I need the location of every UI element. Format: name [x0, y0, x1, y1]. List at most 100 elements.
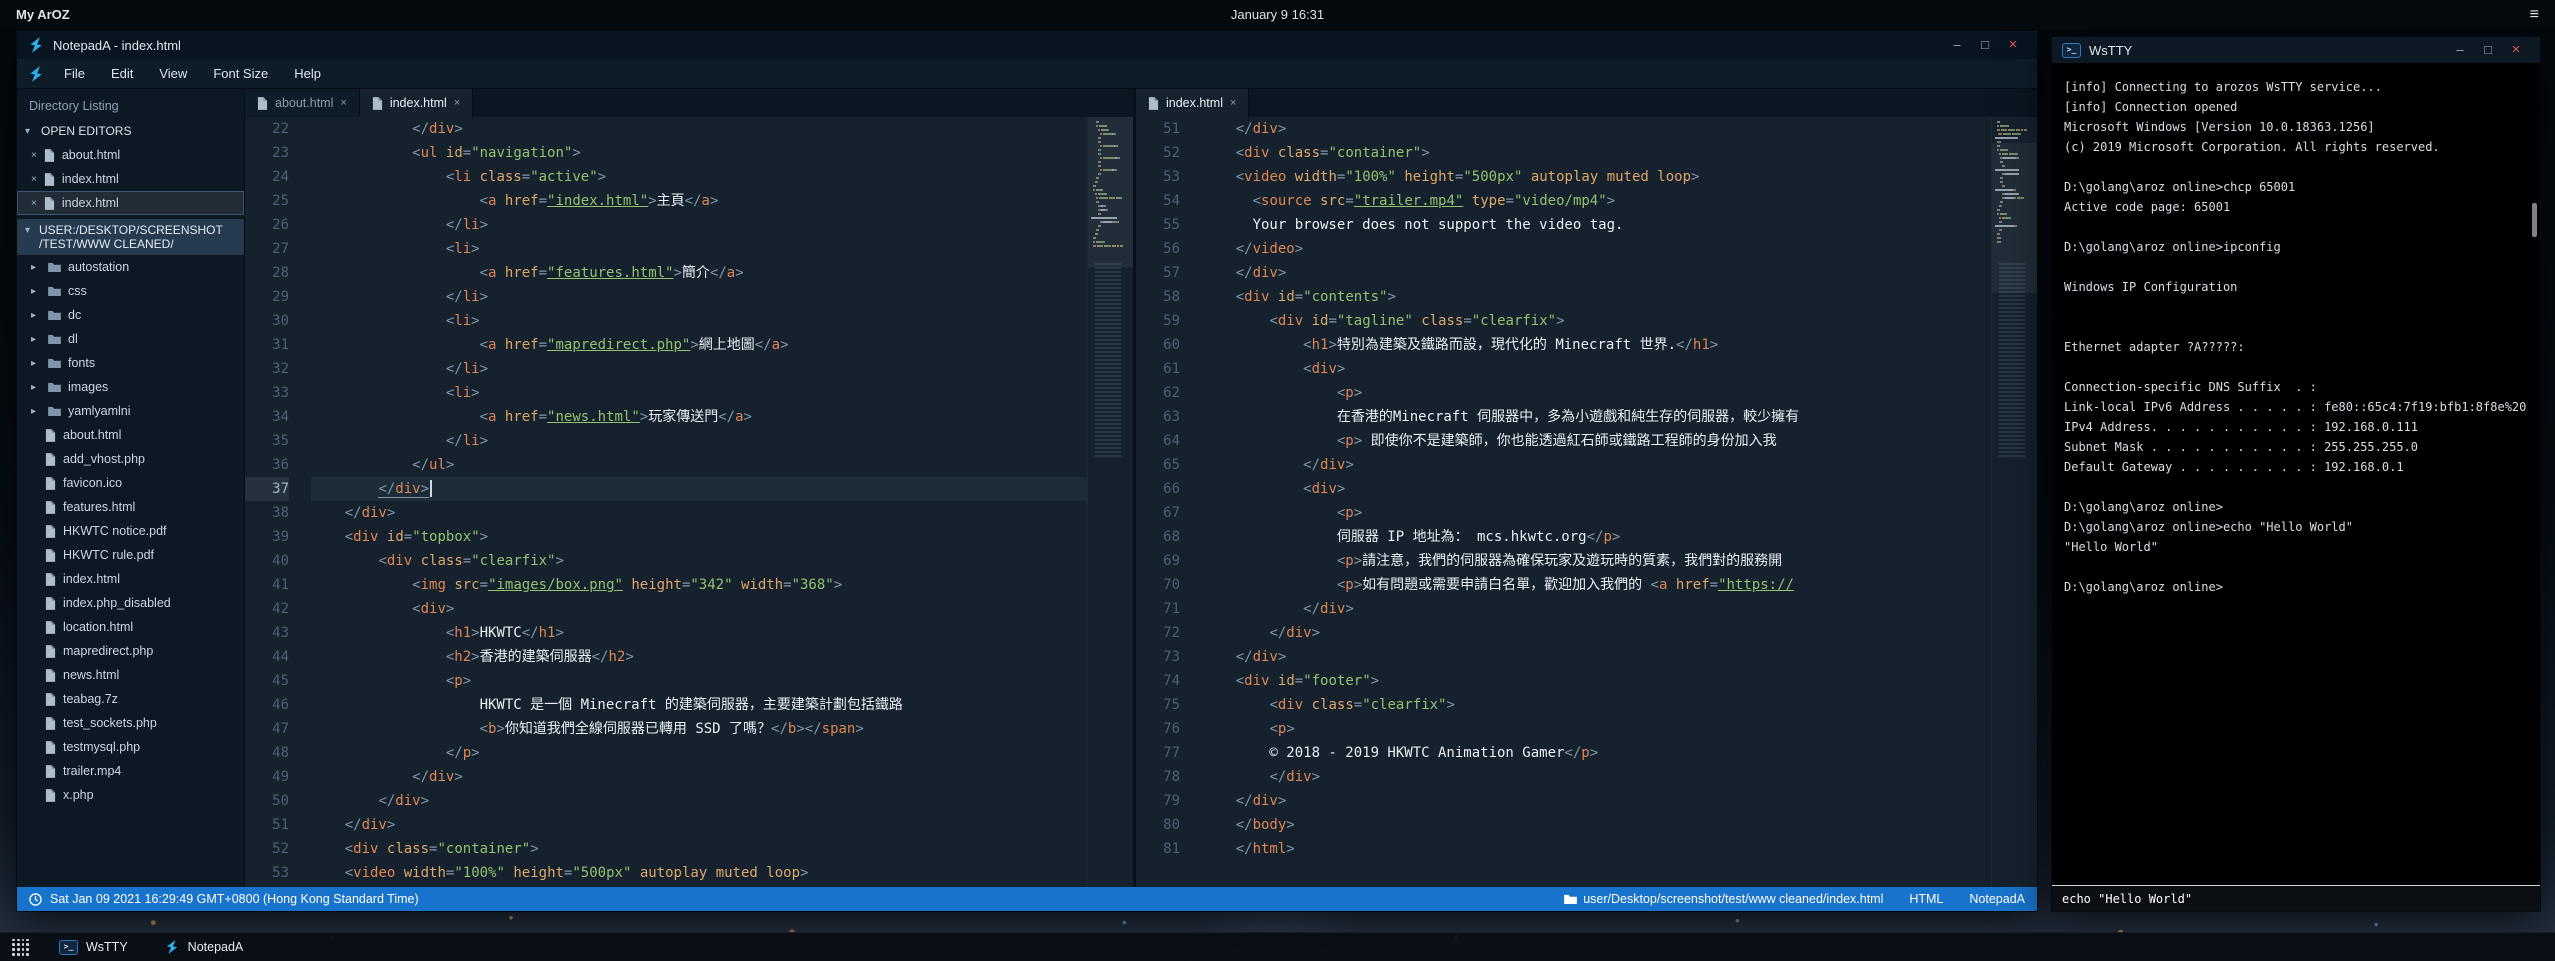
tree-file[interactable]: about.html	[17, 423, 244, 447]
notepad-titlebar[interactable]: NotepadA - index.html – □ ×	[17, 31, 2037, 59]
close-button[interactable]: ×	[1999, 31, 2027, 59]
code-line[interactable]: </div>	[1202, 453, 1991, 477]
code-line[interactable]: </div>	[1202, 765, 1991, 789]
code-line[interactable]: </div>	[311, 477, 1087, 501]
tree-file[interactable]: index.html	[17, 567, 244, 591]
tree-file[interactable]: x.php	[17, 783, 244, 807]
wstty-titlebar[interactable]: >_ WsTTY – □ ×	[2052, 37, 2540, 63]
code-line[interactable]: </li>	[311, 357, 1087, 381]
code-line[interactable]: </div>	[1202, 621, 1991, 645]
tree-file[interactable]: HKWTC rule.pdf	[17, 543, 244, 567]
minimize-button[interactable]: –	[1943, 31, 1971, 59]
code-line[interactable]: <div class="container">	[1202, 141, 1991, 165]
code-line[interactable]: </div>	[311, 501, 1087, 525]
workspace-header[interactable]: ▾ USER:/DESKTOP/SCREENSHOT /TEST/WWW CLE…	[17, 219, 244, 255]
code-line[interactable]: </ul>	[311, 453, 1087, 477]
code-line[interactable]: <div class="clearfix">	[1202, 693, 1991, 717]
terminal-input[interactable]	[2062, 892, 2530, 906]
open-editor-item[interactable]: ×index.html	[17, 167, 244, 191]
code-line[interactable]: <p>	[311, 669, 1087, 693]
statusbar-language-mode[interactable]: HTML	[1909, 892, 1943, 906]
tree-file[interactable]: testmysql.php	[17, 735, 244, 759]
tree-file[interactable]: news.html	[17, 663, 244, 687]
tree-file[interactable]: HKWTC notice.pdf	[17, 519, 244, 543]
code-line[interactable]: <div id="contents">	[1202, 285, 1991, 309]
menu-edit[interactable]: Edit	[98, 60, 146, 87]
code-line[interactable]: </video>	[1202, 237, 1991, 261]
code-line[interactable]: © 2018 - 2019 HKWTC Animation Gamer</p>	[1202, 741, 1991, 765]
code-line[interactable]: <a href="mapredirect.php">網上地圖</a>	[311, 333, 1087, 357]
open-editor-item[interactable]: ×about.html	[17, 143, 244, 167]
code-line[interactable]: <div id="footer">	[1202, 669, 1991, 693]
terminal-scrollbar[interactable]	[2532, 203, 2537, 237]
code-line[interactable]: <li class="active">	[311, 165, 1087, 189]
editor-tab[interactable]: index.html×	[360, 89, 473, 117]
tree-folder[interactable]: ▸css	[17, 279, 244, 303]
code-line[interactable]: </div>	[311, 789, 1087, 813]
code-line[interactable]: <div id="topbox">	[311, 525, 1087, 549]
minimap[interactable]	[1991, 117, 2037, 887]
code-line[interactable]: </html>	[1202, 837, 1991, 861]
code-line[interactable]: </li>	[311, 429, 1087, 453]
close-button[interactable]: ×	[2502, 36, 2530, 64]
taskbar-item-wstty[interactable]: >_WsTTY	[49, 936, 138, 958]
code-line[interactable]: <ul id="navigation">	[311, 141, 1087, 165]
code-line[interactable]: <p> 即使你不是建築師，你也能透過紅石師或鐵路工程師的身份加入我	[1202, 429, 1991, 453]
code-line[interactable]: </body>	[1202, 813, 1991, 837]
tree-folder[interactable]: ▸autostation	[17, 255, 244, 279]
code-line[interactable]: 在香港的Minecraft 伺服器中，多為小遊戲和純生存的伺服器，較少擁有	[1202, 405, 1991, 429]
open-editor-item[interactable]: ×index.html	[17, 191, 244, 215]
app-launcher-icon[interactable]	[12, 939, 29, 956]
code-line[interactable]: HKWTC 是一個 Minecraft 的建築伺服器，主要建築計劃包括鐵路	[311, 693, 1087, 717]
code-line[interactable]: </div>	[1202, 597, 1991, 621]
code-line[interactable]: <b>你知道我們全線伺服器已轉用 SSD 了嗎？</b></span>	[311, 717, 1087, 741]
close-editor-icon[interactable]: ×	[31, 150, 37, 161]
code-line[interactable]: <div id="tagline" class="clearfix">	[1202, 309, 1991, 333]
tree-file[interactable]: teabag.7z	[17, 687, 244, 711]
close-editor-icon[interactable]: ×	[31, 174, 37, 185]
code-line[interactable]: <source src="trailer.mp4" type="video/mp…	[1202, 189, 1991, 213]
tree-file[interactable]: test_sockets.php	[17, 711, 244, 735]
system-brand[interactable]: My ArOZ	[16, 7, 70, 22]
editor-tab[interactable]: about.html×	[245, 89, 360, 117]
code-line[interactable]: </div>	[1202, 645, 1991, 669]
maximize-button[interactable]: □	[1971, 31, 1999, 59]
code-line[interactable]: <h1>特別為建築及鐵路而設，現代化的 Minecraft 世界.</h1>	[1202, 333, 1991, 357]
code-line[interactable]: <div>	[1202, 357, 1991, 381]
tree-folder[interactable]: ▸fonts	[17, 351, 244, 375]
menu-file[interactable]: File	[51, 60, 98, 87]
taskbar-item-notepada[interactable]: NotepadA	[154, 936, 254, 958]
tree-file[interactable]: add_vhost.php	[17, 447, 244, 471]
tree-file[interactable]: mapredirect.php	[17, 639, 244, 663]
code-line[interactable]: 伺服器 IP 地址為： mcs.hkwtc.org</p>	[1202, 525, 1991, 549]
code-line[interactable]: <li>	[311, 237, 1087, 261]
menu-view[interactable]: View	[146, 60, 200, 87]
code-line[interactable]: <a href="news.html">玩家傳送門</a>	[311, 405, 1087, 429]
code-area[interactable]: </div> <ul id="navigation"> <li class="a…	[303, 117, 1087, 887]
tree-file[interactable]: trailer.mp4	[17, 759, 244, 783]
code-line[interactable]: <li>	[311, 309, 1087, 333]
menu-font-size[interactable]: Font Size	[200, 60, 281, 87]
code-line[interactable]: </div>	[311, 117, 1087, 141]
code-line[interactable]: <a href="index.html">主頁</a>	[311, 189, 1087, 213]
code-line[interactable]: </div>	[311, 765, 1087, 789]
code-line[interactable]: </div>	[1202, 789, 1991, 813]
code-line[interactable]: <video width="100%" height="500px" autop…	[311, 861, 1087, 885]
code-line[interactable]: Your browser does not support the video …	[1202, 213, 1991, 237]
code-line[interactable]: <div>	[1202, 477, 1991, 501]
open-editors-header[interactable]: ▾ OPEN EDITORS	[17, 119, 244, 143]
terminal-output[interactable]: [info] Connecting to arozos WsTTY servic…	[2052, 63, 2540, 885]
code-line[interactable]: </li>	[311, 213, 1087, 237]
tree-file[interactable]: favicon.ico	[17, 471, 244, 495]
close-tab-icon[interactable]: ×	[340, 97, 346, 109]
minimap[interactable]	[1087, 117, 1133, 887]
code-line[interactable]: </div>	[1202, 261, 1991, 285]
code-line[interactable]: <img src="images/box.png" height="342" w…	[311, 573, 1087, 597]
code-area[interactable]: </div> <div class="container"> <video wi…	[1194, 117, 1991, 887]
code-line[interactable]: <div class="container">	[311, 837, 1087, 861]
code-line[interactable]: <h1>HKWTC</h1>	[311, 621, 1087, 645]
minimize-button[interactable]: –	[2446, 36, 2474, 64]
editor-tab[interactable]: index.html×	[1136, 89, 1249, 117]
tree-folder[interactable]: ▸dl	[17, 327, 244, 351]
code-line[interactable]: <p>如有問題或需要申請白名單，歡迎加入我們的 <a href="https:/…	[1202, 573, 1991, 597]
